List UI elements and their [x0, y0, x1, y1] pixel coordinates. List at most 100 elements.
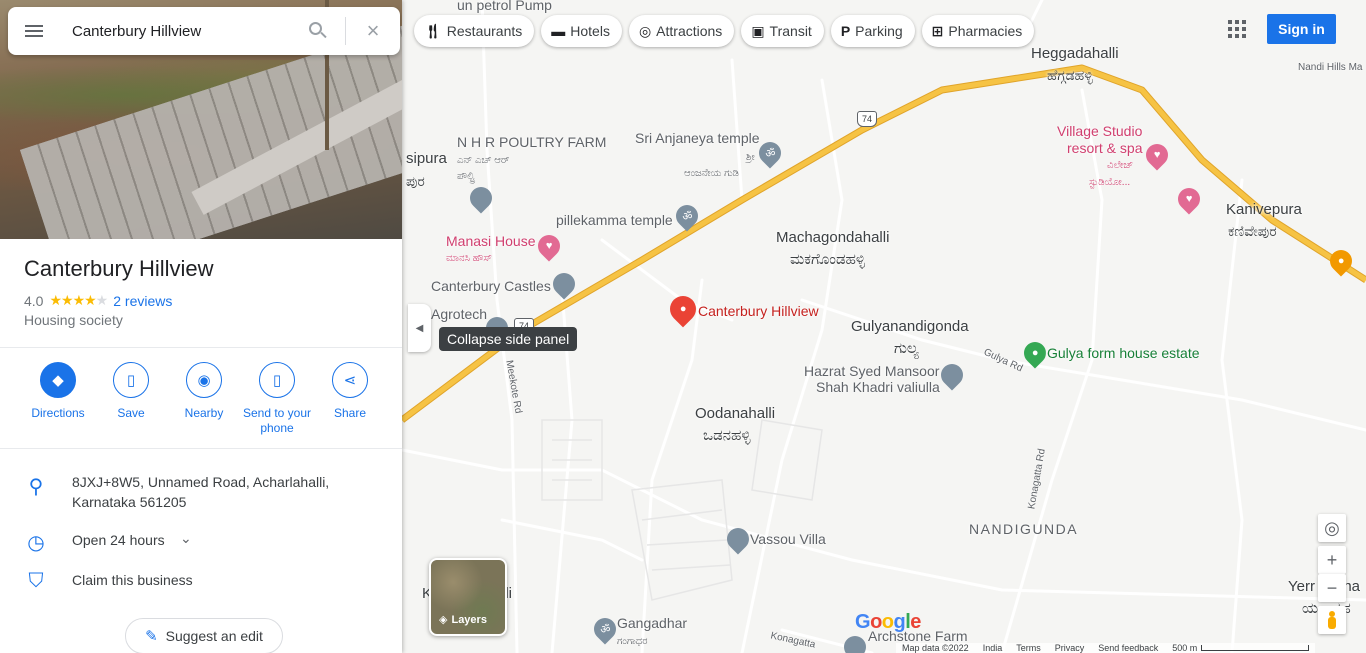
map-label-pillekamma: pillekamma temple	[556, 212, 673, 228]
reviews-link[interactable]: 2 reviews	[113, 293, 172, 309]
share-icon: ⋖	[332, 362, 368, 398]
map-label-oodanahalli: Oodanahalli	[695, 405, 776, 422]
parking-icon: P	[840, 23, 851, 39]
map-label-sri-anjaneya-kn2: ಆಂಜನೇಯ ಗುಡಿ	[684, 168, 739, 179]
place-category[interactable]: Housing society	[24, 312, 123, 328]
map-label-oodanahalli-kn: ಒಡನಹಳ್ಳಿ	[703, 427, 751, 444]
divider	[0, 347, 402, 348]
claim-business-text: Claim this business	[72, 572, 193, 588]
collapse-panel-button[interactable]: ◀	[408, 304, 431, 352]
map-scale[interactable]: 500 m	[1172, 643, 1310, 653]
map-label-sri-anjaneya-kn1: ಶ್ರೀ	[746, 152, 755, 163]
send-to-phone-button[interactable]: ▯ Send to your phone	[237, 362, 317, 436]
side-panel: × Canterbury Hillview 4.0 ★★★★★ 2 review…	[0, 0, 402, 653]
chip-pharmacies[interactable]: ⊞ Pharmacies	[921, 15, 1035, 47]
google-logo: Google	[855, 611, 921, 633]
map-label-heggadahalli: Heggadahalli	[1031, 45, 1119, 62]
map-label-heggadahalli-kn: ಹೆಗ್ಗಡಹಳ್ಳಿ	[1047, 67, 1093, 83]
footer-india-link[interactable]: India	[983, 643, 1003, 653]
map-label-gulya-farm: Gulya form house estate	[1047, 345, 1200, 361]
address-text: 8JXJ+8W5, Unnamed Road, Acharlahalli, Kar…	[72, 474, 330, 510]
map-label-machagondahalli-kn: ಮಕಗೊಂಡಹಳ್ಳಿ	[790, 251, 866, 268]
map-label-petrol-pump: un petrol Pump	[457, 0, 552, 13]
search-icon[interactable]	[308, 21, 328, 41]
map-label-sri-anjaneya: Sri Anjaneya temple	[635, 130, 760, 146]
nearby-button[interactable]: ◉ Nearby	[164, 362, 244, 421]
map-label-village-studio-2: resort & spa	[1067, 140, 1143, 156]
directions-button[interactable]: ◆ Directions	[18, 362, 98, 421]
claim-business-row[interactable]: ⛉ Claim this business	[0, 570, 402, 594]
hours-row[interactable]: ◷ Open 24 hours ⌄	[0, 530, 402, 554]
rating-stars-icon: ★★★★★	[49, 292, 108, 308]
directions-icon: ◆	[40, 362, 76, 398]
map-label-nhr-poultry: N H R POULTRY FARM	[457, 134, 607, 150]
map-label-gulyanandigonda-kn: ಗುಲ್ಯ	[894, 340, 919, 357]
suggest-edit-button[interactable]: ✎ Suggest an edit	[125, 618, 283, 653]
chip-transit[interactable]: ▣ Transit	[741, 15, 824, 47]
map-label-vassou-villa: Vassou Villa	[750, 531, 826, 547]
map-label-nhr-poultry-kn2: ಪೌಲ್ಟ್ರಿ	[457, 171, 475, 182]
nearby-icon: ◉	[186, 362, 222, 398]
map-label-agrotech: Agrotech	[431, 306, 488, 322]
chevron-down-icon[interactable]: ⌄	[180, 530, 192, 547]
map-label-kanivepura: Kanivepura	[1226, 201, 1302, 218]
close-icon[interactable]: ×	[363, 20, 383, 42]
share-button[interactable]: ⋖ Share	[310, 362, 390, 421]
scale-bar	[1201, 645, 1310, 651]
rating-value: 4.0	[24, 292, 44, 309]
map-label-machagondahalli: Machagondahalli	[776, 229, 890, 246]
map-label-village-studio-kn2: ಸ್ಟುಡಿಯೋ...	[1089, 177, 1131, 188]
collapse-tooltip: Collapse side panel	[439, 327, 578, 351]
map-label-canterbury-hillview[interactable]: Canterbury Hillview	[698, 302, 819, 320]
chip-restaurants[interactable]: 🍴︎ Restaurants	[414, 15, 535, 47]
map-label-nandi-hills: Nandi Hills Ma	[1298, 62, 1363, 73]
map-label-manasi-house: Manasi House	[446, 233, 536, 249]
footer-privacy-link[interactable]: Privacy	[1055, 643, 1085, 653]
attraction-icon: ◎	[638, 22, 652, 39]
chip-attractions[interactable]: ◎ Attractions	[628, 15, 735, 47]
footer-feedback-link[interactable]: Send feedback	[1098, 643, 1158, 653]
hours-text: Open 24 hours	[72, 532, 165, 548]
map-label-gangadhar-kn: ಗಂಗಾಧರ	[617, 636, 648, 647]
shield-check-icon: ⛉	[28, 570, 44, 592]
address-row[interactable]: ⚲ 8JXJ+8W5, Unnamed Road, Acharlahalli, K…	[0, 472, 402, 516]
google-apps-icon[interactable]	[1228, 20, 1246, 38]
sign-in-button[interactable]: Sign in	[1267, 14, 1336, 44]
place-title: Canterbury Hillview	[24, 256, 214, 281]
map-label-yerr: Yerr	[1288, 578, 1315, 595]
map-data-attribution: Map data ©2022	[902, 643, 969, 653]
bed-icon: ▬	[551, 23, 566, 39]
map-label-village-studio-kn1: ವಿಲೇಜ್	[1107, 160, 1134, 171]
layers-button[interactable]: ◈ Layers	[429, 558, 507, 636]
layers-icon: ◈	[439, 614, 448, 626]
menu-icon[interactable]	[22, 19, 46, 43]
search-input[interactable]	[72, 19, 302, 43]
search-divider	[345, 17, 346, 45]
my-location-icon[interactable]: ◎	[1318, 514, 1346, 542]
map-label-sipura: sipura	[406, 150, 447, 167]
search-box: ×	[8, 7, 400, 55]
pharmacy-icon: ⊞	[931, 22, 944, 39]
map-label-kanivepura-kn: ಕಣಿವೇಪುರ	[1228, 223, 1277, 239]
divider-2	[0, 448, 402, 449]
map-label-nandigunda: NANDIGUNDA	[969, 521, 1079, 537]
route-74-shield: 74	[857, 111, 877, 127]
fork-knife-icon: 🍴︎	[424, 22, 442, 39]
chip-parking[interactable]: P Parking	[830, 15, 915, 47]
map-label-sipura-kn: ಪುರ	[406, 173, 425, 189]
pegman-icon[interactable]	[1318, 606, 1346, 634]
rating-row: 4.0 ★★★★★ 2 reviews	[24, 292, 172, 309]
send-to-phone-icon: ▯	[259, 362, 295, 398]
zoom-out-button[interactable]: −	[1318, 574, 1346, 602]
action-bar: ◆ Directions ▯ Save ◉ Nearby ▯ Send to y…	[0, 362, 402, 442]
map-footer: Map data ©2022 India Terms Privacy Send …	[896, 643, 1316, 653]
map-label-gangadhar: Gangadhar	[617, 615, 688, 631]
zoom-in-button[interactable]: +	[1318, 546, 1346, 574]
map-label-yerr-kn: ಯ	[1302, 600, 1319, 617]
footer-terms-link[interactable]: Terms	[1016, 643, 1041, 653]
bookmark-icon: ▯	[113, 362, 149, 398]
pencil-icon: ✎	[145, 628, 158, 645]
map-label-village-studio: Village Studio	[1057, 123, 1143, 139]
save-button[interactable]: ▯ Save	[91, 362, 171, 421]
chip-hotels[interactable]: ▬ Hotels	[541, 15, 622, 47]
